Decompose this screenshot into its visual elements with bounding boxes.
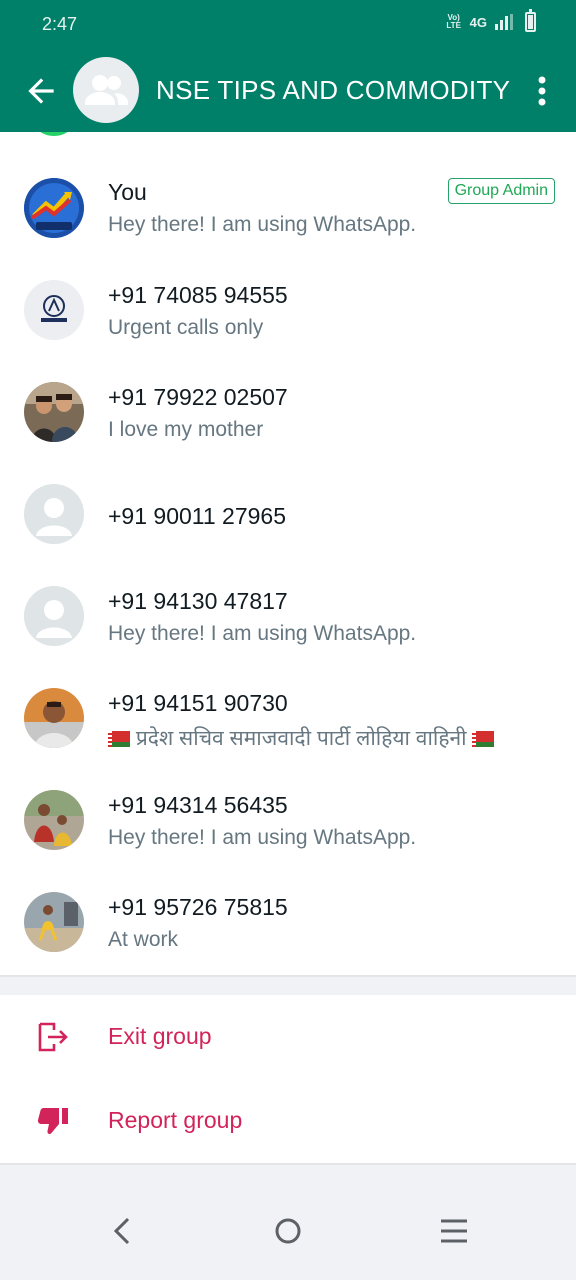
group-title[interactable]: NSE TIPS AND COMMODITY: [156, 75, 510, 106]
member-name: You: [108, 179, 147, 205]
thumbs-down-icon: [37, 1108, 68, 1135]
app-bar: NSE TIPS AND COMMODITY: [0, 50, 576, 132]
volte-indicator: Vo) LTE: [446, 13, 461, 30]
exit-group-label: Exit group: [108, 1023, 212, 1049]
report-group-button[interactable]: Report group: [0, 1079, 576, 1163]
member-row[interactable]: +91 95726 75815 At work: [0, 869, 576, 971]
member-row[interactable]: +91 74085 94555 Urgent calls only: [0, 257, 576, 359]
more-vertical-icon: [538, 76, 546, 106]
nav-home-button[interactable]: [268, 1214, 308, 1248]
member-row[interactable]: +91 94314 56435 Hey there! I am using Wh…: [0, 767, 576, 869]
member-name: +91 94151 90730: [108, 690, 288, 716]
nav-back-icon: [113, 1217, 130, 1245]
exit-group-button[interactable]: Exit group: [0, 995, 576, 1079]
flag-icon: [108, 731, 130, 747]
member-about: Hey there! I am using WhatsApp.: [108, 213, 417, 236]
member-name: +91 74085 94555: [108, 282, 288, 308]
section-gap: [0, 977, 576, 995]
avatar: [24, 688, 84, 748]
avatar: [24, 178, 84, 238]
photo-man-icon: [24, 688, 84, 748]
arrow-left-icon: [28, 78, 54, 104]
avatar: [24, 484, 84, 544]
nav-home-icon: [275, 1218, 301, 1244]
member-name: +91 94130 47817: [108, 588, 288, 614]
member-about: I love my mother: [108, 418, 264, 441]
network-type: 4G: [469, 14, 487, 30]
nav-back-button[interactable]: [102, 1214, 142, 1248]
scroll-peek-bubble: [36, 132, 72, 136]
more-options-button[interactable]: [528, 72, 556, 110]
status-bar: 2:47 Vo) LTE 4G: [0, 0, 576, 50]
aman-logo-icon: [24, 280, 84, 340]
member-about: Hey there! I am using WhatsApp.: [108, 622, 417, 645]
avatar: [24, 382, 84, 442]
member-about: प्रदेश सचिव समाजवादी पार्टी लोहिया वाहिन…: [108, 724, 495, 752]
member-about: Hey there! I am using WhatsApp.: [108, 826, 417, 849]
member-about: At work: [108, 928, 179, 951]
mcx-live-logo-icon: [24, 178, 84, 238]
photo-people-icon: [24, 382, 84, 442]
status-time: 2:47: [42, 14, 78, 34]
avatar: [24, 280, 84, 340]
system-nav-bar: [0, 1165, 576, 1280]
photo-child-icon: [24, 892, 84, 952]
photo-family-icon: [24, 790, 84, 850]
group-avatar[interactable]: [73, 57, 139, 123]
member-name: +91 90011 27965: [108, 503, 287, 529]
group-icon: [85, 75, 128, 105]
member-name: +91 95726 75815: [108, 894, 288, 920]
nav-menu-icon: [441, 1219, 467, 1243]
members-list: You Hey there! I am using WhatsApp. Grou…: [0, 132, 576, 975]
group-admin-badge: Group Admin: [447, 178, 555, 204]
status-icons: Vo) LTE 4G: [446, 9, 536, 32]
avatar: [24, 586, 84, 646]
member-name: +91 79922 02507: [108, 384, 288, 410]
battery-icon: [525, 9, 536, 32]
exit-icon: [38, 1022, 68, 1052]
member-name: +91 94314 56435: [108, 792, 288, 818]
member-row[interactable]: +91 94151 90730 प्रदेश सचिव समाजवादी पार…: [0, 665, 576, 767]
flag-icon: [472, 731, 495, 747]
avatar: [24, 892, 84, 952]
default-person-icon: [24, 484, 84, 544]
member-row[interactable]: +91 79922 02507 I love my mother: [0, 359, 576, 461]
report-group-label: Report group: [108, 1107, 243, 1133]
default-person-icon: [24, 586, 84, 646]
member-row[interactable]: +91 94130 47817 Hey there! I am using Wh…: [0, 563, 576, 665]
nav-recents-button[interactable]: [434, 1214, 474, 1248]
signal-icon: [495, 14, 513, 30]
group-actions: Exit group Report group: [0, 995, 576, 1163]
back-button[interactable]: [22, 72, 60, 110]
avatar: [24, 790, 84, 850]
member-about: Urgent calls only: [108, 316, 264, 339]
member-row-you[interactable]: You Hey there! I am using WhatsApp. Grou…: [0, 155, 576, 257]
member-row[interactable]: +91 90011 27965: [0, 461, 576, 563]
